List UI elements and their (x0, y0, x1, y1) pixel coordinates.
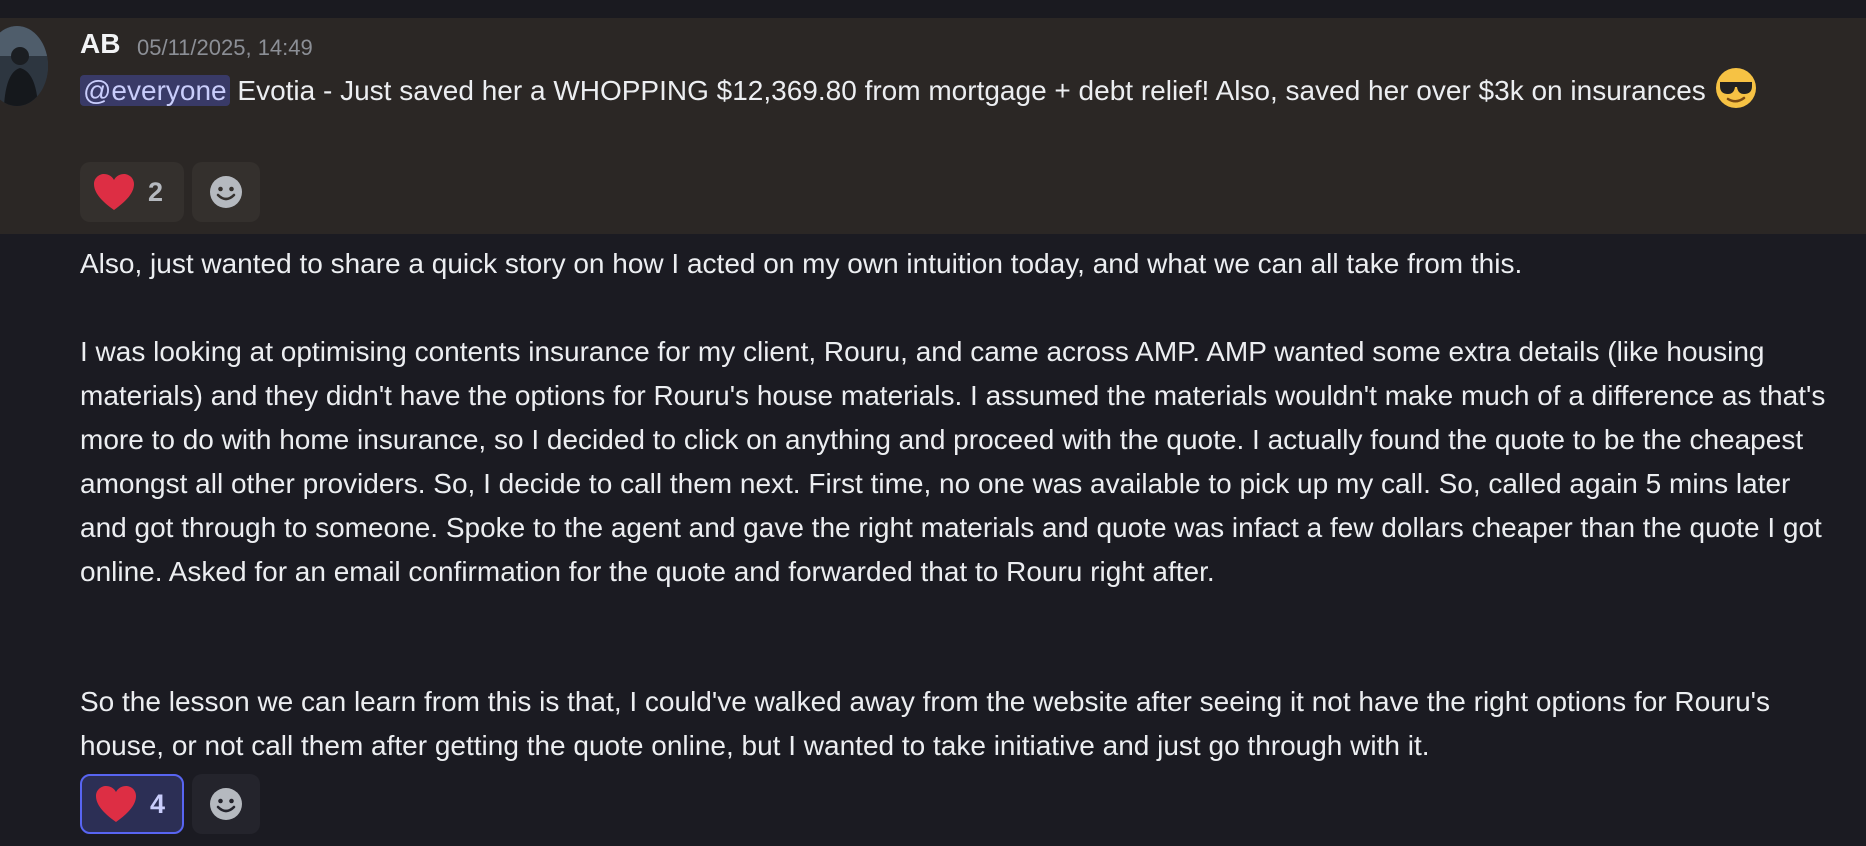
reaction-count: 2 (148, 176, 164, 207)
mention-everyone[interactable]: @everyone (80, 75, 230, 106)
timestamp: 05/11/2025, 14:49 (137, 35, 313, 60)
add-reaction-button[interactable] (192, 162, 260, 222)
add-reaction-icon (210, 788, 242, 820)
reaction-heart-reacted[interactable]: 4 (80, 774, 184, 834)
heart-icon (94, 174, 134, 210)
top-strip (0, 0, 1866, 18)
author-name[interactable]: AB (80, 28, 120, 60)
message-body: Evotia - Just saved her a WHOPPING $12,3… (229, 75, 1714, 106)
message-paragraph-3: So the lesson we can learn from this is … (80, 686, 1778, 761)
heart-icon (96, 786, 136, 822)
reaction-count: 4 (150, 788, 166, 819)
message-paragraph-2: I was looking at optimising contents ins… (80, 336, 1834, 587)
add-reaction-button[interactable] (192, 774, 260, 834)
message-text: @everyone Evotia - Just saved her a WHOP… (80, 66, 1840, 113)
add-reaction-icon (210, 176, 242, 208)
sunglasses-emoji (1715, 68, 1756, 108)
message-paragraph-1: Also, just wanted to share a quick story… (80, 248, 1523, 279)
reaction-heart[interactable]: 2 (80, 162, 184, 222)
